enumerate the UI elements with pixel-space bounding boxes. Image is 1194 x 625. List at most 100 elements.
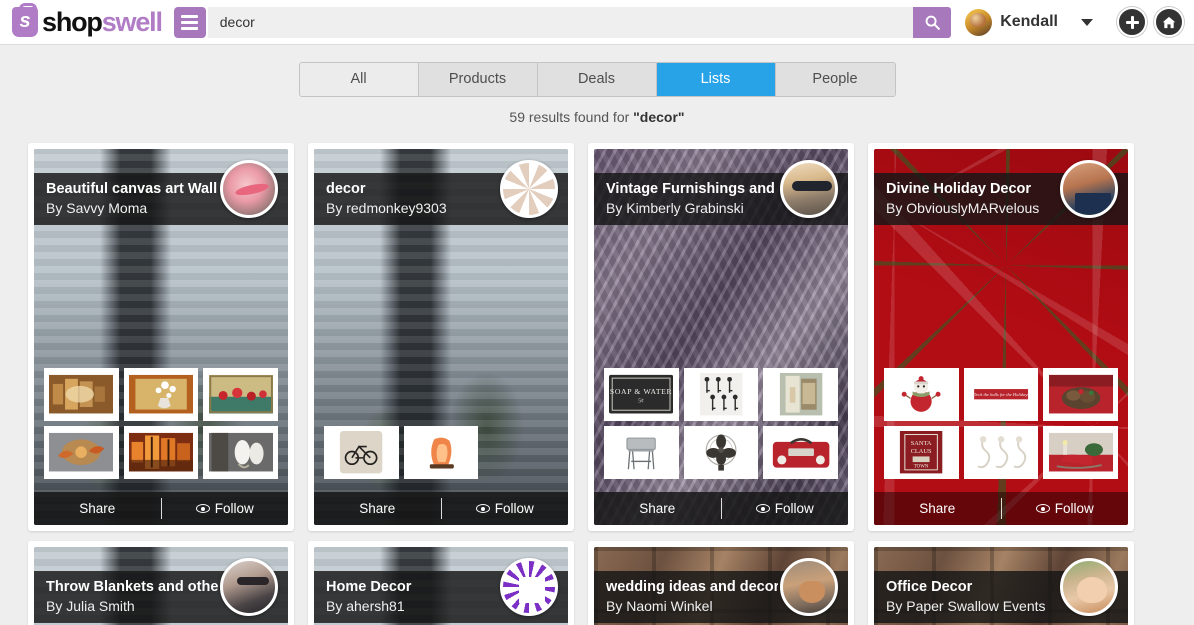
card-owner-avatar[interactable]: [780, 558, 838, 616]
logo-mark-letter: s: [19, 11, 30, 31]
card-owner-avatar[interactable]: [500, 558, 558, 616]
card-author: By Paper Swallow Events: [886, 597, 1058, 615]
card-title: Home Decor: [326, 578, 498, 596]
list-card[interactable]: Vintage Furnishings and R... By Kimberly…: [588, 143, 854, 531]
thumbnail-soap-and-water-sign[interactable]: SOAP & WATER 5¢: [604, 368, 679, 421]
thumbnail-himalayan-salt-lamp[interactable]: [404, 426, 479, 479]
card-author: By redmonkey9303: [326, 199, 498, 217]
follow-label: Follow: [775, 501, 814, 516]
list-results-grid: Beautiful canvas art Wall ... By Savvy M…: [0, 127, 1194, 625]
thumbnail-skeleton-keys-print[interactable]: [684, 368, 759, 421]
card-author: By ObviouslyMARvelous: [886, 199, 1058, 217]
card-title: Divine Holiday Decor: [886, 180, 1058, 198]
thumbnail-galvanized-wash-stand[interactable]: [604, 426, 679, 479]
follow-button[interactable]: Follow: [162, 492, 289, 525]
share-button[interactable]: Share: [34, 492, 161, 525]
thumbnail-white-ornament-trio[interactable]: [964, 426, 1039, 479]
tab-products[interactable]: Products: [419, 63, 538, 96]
menu-bar-2: [181, 21, 198, 24]
eye-icon: [1036, 504, 1050, 513]
thumbnail-grid: Deck the halls for the HolidaysSANTACLAU…: [884, 368, 1118, 479]
tab-all[interactable]: All: [300, 63, 419, 96]
shopswell-logo[interactable]: s shopswell: [12, 0, 162, 45]
tab-people[interactable]: People: [776, 63, 895, 96]
card-actions: Share Follow: [314, 492, 568, 525]
hamburger-menu-icon[interactable]: [174, 7, 206, 38]
card-title: Beautiful canvas art Wall ...: [46, 180, 218, 198]
follow-button[interactable]: Follow: [442, 492, 569, 525]
card-actions: Share Follow: [34, 492, 288, 525]
share-button[interactable]: Share: [594, 492, 721, 525]
card-author: By Julia Smith: [46, 597, 218, 615]
thumbnail-pinecone-wreath[interactable]: [1043, 368, 1118, 421]
thumbnail-decorated-sleigh[interactable]: [1043, 426, 1118, 479]
thumbnail-holiday-script-card[interactable]: Deck the halls for the Holidays: [964, 368, 1039, 421]
thumbnail-canvas-multi-panel-gold[interactable]: [44, 368, 119, 421]
search-filter-tabs: All Products Deals Lists People: [0, 62, 1194, 97]
thumbnail-bicycle-throw-pillow[interactable]: [324, 426, 399, 479]
list-card[interactable]: Home Decor By ahersh81 Share Follow: [308, 541, 574, 625]
logo-mark-icon: s: [12, 7, 38, 37]
follow-button[interactable]: Follow: [722, 492, 849, 525]
thumbnail-white-calla-lily-panel[interactable]: [203, 426, 278, 479]
home-icon: [1161, 15, 1177, 30]
list-card[interactable]: Office Decor By Paper Swallow Events Sha…: [868, 541, 1134, 625]
thumbnail-grid: SOAP & WATER 5¢: [604, 368, 838, 479]
card-author: By Kimberly Grabinski: [606, 199, 778, 217]
menu-bar-1: [181, 15, 198, 18]
svg-text:SOAP & WATER: SOAP & WATER: [610, 387, 673, 396]
thumbnail-red-vintage-radio[interactable]: [763, 426, 838, 479]
list-card[interactable]: decor By redmonkey9303 Share Follow: [308, 143, 574, 531]
share-label: Share: [359, 501, 395, 516]
thumbnail-vintage-electric-fan[interactable]: [684, 426, 759, 479]
share-button[interactable]: Share: [874, 492, 1001, 525]
svg-text:CLAUS: CLAUS: [911, 448, 932, 455]
list-card[interactable]: wedding ideas and decorat... By Naomi Wi…: [588, 541, 854, 625]
thumbnail-placeholder: [483, 426, 558, 479]
card-inner: Office Decor By Paper Swallow Events Sha…: [874, 547, 1128, 625]
add-button[interactable]: [1117, 7, 1147, 37]
search-icon: [924, 14, 941, 31]
card-inner: Home Decor By ahersh81 Share Follow: [314, 547, 568, 625]
thumbnail-abstract-koi-panel[interactable]: [44, 426, 119, 479]
card-owner-avatar[interactable]: [780, 160, 838, 218]
card-owner-avatar[interactable]: [500, 160, 558, 218]
card-title: decor: [326, 180, 498, 198]
search-bar: [208, 7, 951, 38]
svg-text:5¢: 5¢: [638, 399, 644, 405]
card-title: Office Decor: [886, 578, 1058, 596]
share-label: Share: [79, 501, 115, 516]
card-inner: Divine Holiday Decor By ObviouslyMARvelo…: [874, 149, 1128, 525]
tab-lists[interactable]: Lists: [657, 63, 776, 96]
card-inner: wedding ideas and decorat... By Naomi Wi…: [594, 547, 848, 625]
card-owner-avatar[interactable]: [220, 160, 278, 218]
tab-group: All Products Deals Lists People: [299, 62, 896, 97]
list-card[interactable]: Throw Blankets and other ... By Julia Sm…: [28, 541, 294, 625]
card-owner-avatar[interactable]: [1060, 558, 1118, 616]
eye-icon: [476, 504, 490, 513]
home-button[interactable]: [1154, 7, 1184, 37]
logo-text-swell: swell: [102, 7, 162, 37]
card-title: Throw Blankets and other ...: [46, 578, 218, 596]
card-inner: Beautiful canvas art Wall ... By Savvy M…: [34, 149, 288, 525]
user-dropdown-toggle[interactable]: [1064, 8, 1110, 36]
search-button[interactable]: [913, 7, 951, 38]
thumbnail-knit-snowman-figure[interactable]: [884, 368, 959, 421]
thumbnail-poppy-field-painting[interactable]: [203, 368, 278, 421]
chevron-down-icon: [1081, 19, 1093, 26]
tab-deals[interactable]: Deals: [538, 63, 657, 96]
card-owner-avatar[interactable]: [220, 558, 278, 616]
thumbnail-orchid-vase-painting[interactable]: [124, 368, 199, 421]
thumbnail-vintage-doorway-photo[interactable]: [763, 368, 838, 421]
thumbnail-sunset-trees-multipanel[interactable]: [124, 426, 199, 479]
follow-button[interactable]: Follow: [1002, 492, 1129, 525]
thumbnail-santa-claus-town-sign[interactable]: SANTACLAUSTOWN: [884, 426, 959, 479]
list-card[interactable]: Divine Holiday Decor By ObviouslyMARvelo…: [868, 143, 1134, 531]
list-card[interactable]: Beautiful canvas art Wall ... By Savvy M…: [28, 143, 294, 531]
search-input[interactable]: [208, 7, 913, 38]
card-actions: Share Follow: [594, 492, 848, 525]
user-menu[interactable]: Kendall: [965, 9, 1058, 36]
share-button[interactable]: Share: [314, 492, 441, 525]
avatar: [965, 9, 992, 36]
card-owner-avatar[interactable]: [1060, 160, 1118, 218]
